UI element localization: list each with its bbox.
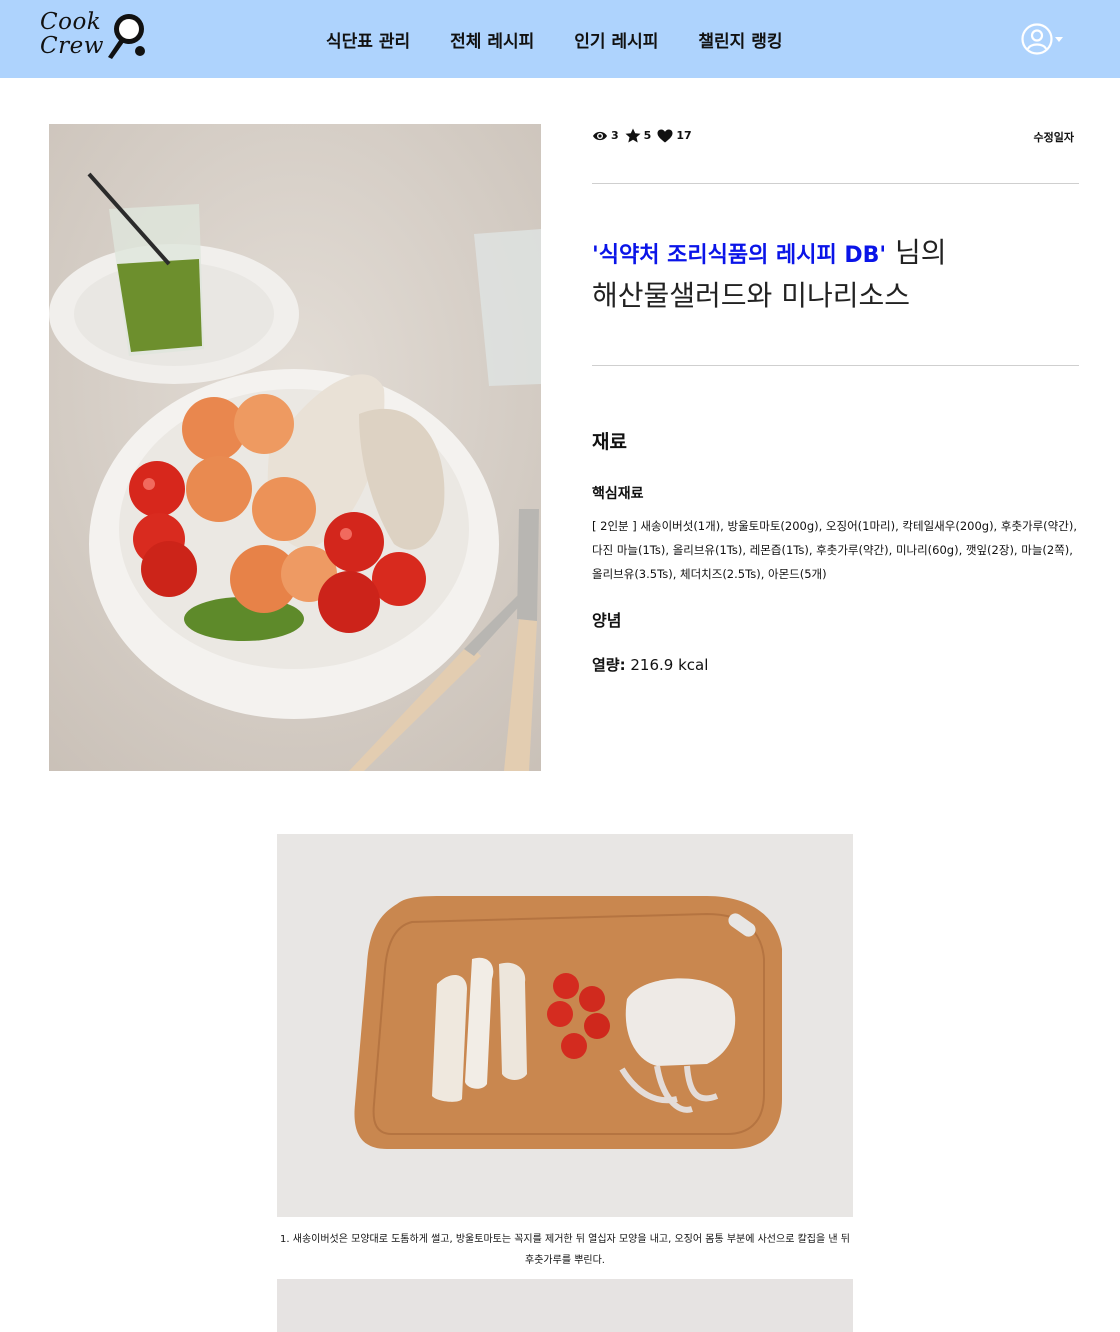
brand-line-1: Cook — [40, 9, 102, 35]
ingredients-heading: 재료 — [592, 431, 627, 453]
recipe-main-photo — [49, 124, 541, 771]
author-suffix: 님의 — [886, 236, 947, 269]
recipe-title: 해산물샐러드와 미나리소스 — [592, 279, 911, 312]
recipe-stats: 3 5 17 — [592, 128, 698, 143]
magnifier-icon — [108, 14, 145, 59]
views-count: 3 — [611, 129, 619, 142]
author-name[interactable]: '식약처 조리식품의 레시피 DB' — [592, 243, 886, 268]
step-2-photo — [277, 1279, 853, 1332]
divider-bottom — [592, 365, 1079, 366]
nav-meal-plan[interactable]: 식단표 관리 — [326, 27, 410, 52]
user-circle-icon — [1021, 23, 1053, 55]
divider-top — [592, 183, 1079, 184]
stars-stat: 5 — [625, 128, 652, 143]
recipe-title-block: '식약처 조리식품의 레시피 DB' 님의 해산물샐러드와 미나리소스 — [592, 233, 1079, 316]
calorie-value: 216.9 kcal — [625, 656, 709, 674]
views-stat: 3 — [592, 129, 619, 142]
nav-popular-recipes[interactable]: 인기 레시피 — [574, 27, 658, 52]
brand-line-2: Crew — [40, 33, 104, 59]
stars-count: 5 — [643, 129, 652, 142]
calorie-info: 열량: 216.9 kcal — [592, 654, 708, 675]
likes-count: 17 — [676, 129, 692, 142]
chevron-down-icon — [1055, 36, 1063, 42]
eye-icon — [593, 131, 607, 140]
nav-all-recipes[interactable]: 전체 레시피 — [450, 27, 534, 52]
brand-wordmark: Cook Crew — [40, 10, 104, 58]
main-ingredients-list: [ 2인분 ] 새송이버섯(1개), 방울토마토(200g), 오징어(1마리)… — [592, 519, 1077, 581]
user-menu-button[interactable] — [1021, 23, 1063, 55]
heart-icon — [657, 129, 673, 142]
step-1-photo — [277, 834, 853, 1217]
brand-logo[interactable]: Cook Crew — [40, 10, 150, 66]
star-icon — [625, 128, 641, 143]
main-nav: 식단표 관리 전체 레시피 인기 레시피 챌린지 랭킹 — [326, 0, 823, 78]
nav-challenge-ranking[interactable]: 챌린지 랭킹 — [698, 27, 782, 52]
calorie-label: 열량: — [592, 656, 626, 674]
likes-stat[interactable]: 17 — [657, 129, 692, 143]
modified-date-label: 수정일자 — [1033, 131, 1074, 144]
main-ingredients-heading: 핵심재료 — [592, 486, 644, 502]
top-navbar: Cook Crew 식단표 관리 전체 레시피 인기 레시피 챌린지 랭킹 — [0, 0, 1120, 78]
sauce-heading: 양념 — [592, 611, 622, 630]
step-1-description: 1. 새송이버섯은 모양대로 도톰하게 썰고, 방울토마토는 꼭지를 제거한 뒤… — [280, 1234, 850, 1266]
